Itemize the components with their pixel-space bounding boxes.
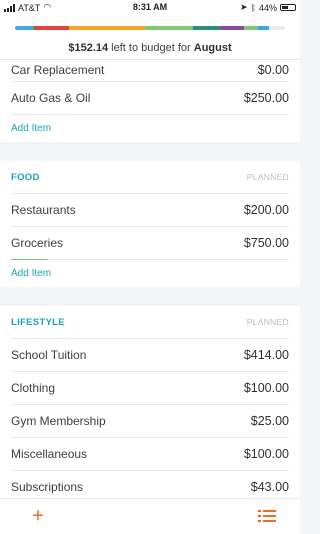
budget-list[interactable]: Car Replacement $0.00 Auto Gas & Oil $25… (0, 60, 300, 498)
budget-item-label: Auto Gas & Oil (11, 91, 91, 105)
section-gap (0, 142, 300, 161)
spent-progress-indicator (11, 259, 47, 260)
budget-item-label: Clothing (11, 381, 56, 395)
progress-segment (244, 26, 258, 30)
add-item-link[interactable]: Add Item (11, 260, 289, 287)
budget-item-row[interactable]: Subscriptions $43.00 (11, 471, 289, 498)
budget-item-amount[interactable]: $414.00 (244, 348, 289, 362)
progress-segment (15, 26, 34, 30)
budget-month: August (193, 42, 232, 54)
budget-item-row[interactable]: Clothing $100.00 (11, 372, 289, 405)
battery-percent: 44% (258, 2, 277, 13)
budget-item-label: Subscriptions (11, 480, 84, 494)
progress-segment (220, 26, 245, 30)
budget-item-row[interactable]: Car Replacement $0.00 (11, 60, 289, 82)
budget-item-amount[interactable]: $100.00 (244, 447, 289, 461)
budget-item-label: Groceries (11, 236, 64, 250)
left-to-budget-text: $152.14 left to budget for August (0, 42, 300, 54)
add-item-link[interactable]: Add Item (11, 115, 289, 142)
budget-item-label: School Tuition (11, 348, 87, 362)
list-icon[interactable] (258, 509, 276, 523)
location-icon: ➤ (240, 2, 248, 12)
progress-segment (144, 26, 194, 30)
section-header-lifestyle[interactable]: LIFESTYLE PLANNED (11, 306, 289, 339)
budget-item-row[interactable]: Gym Membership $25.00 (11, 405, 289, 438)
budget-item-label: Miscellaneous (11, 447, 88, 461)
transportation-card: Car Replacement $0.00 Auto Gas & Oil $25… (0, 60, 300, 142)
budget-item-amount[interactable]: $250.00 (244, 91, 289, 105)
progress-segment (193, 26, 221, 30)
budget-item-label: Gym Membership (11, 414, 106, 428)
planned-label: PLANNED (246, 317, 289, 327)
section-header-food[interactable]: FOOD PLANNED (11, 161, 289, 194)
budget-item-row[interactable]: Groceries $750.00 (11, 227, 289, 260)
budget-item-amount[interactable]: $25.00 (251, 414, 289, 428)
status-bar: AT&T ◠ 8:31 AM ➤ ᛒ 44% (0, 0, 300, 14)
budget-item-amount[interactable]: $0.00 (258, 63, 289, 77)
progress-segment (33, 26, 69, 30)
budget-item-row[interactable]: School Tuition $414.00 (11, 339, 289, 372)
budget-progress-bar (15, 26, 285, 30)
budget-item-label: Car Replacement (11, 63, 105, 77)
left-to-budget-label: left to budget for (108, 42, 194, 54)
lifestyle-card: LIFESTYLE PLANNED School Tuition $414.00… (0, 306, 300, 498)
left-to-budget-amount: $152.14 (68, 42, 109, 54)
progress-segment (268, 26, 285, 30)
budget-item-amount[interactable]: $43.00 (251, 480, 289, 494)
budget-item-row[interactable]: Restaurants $200.00 (11, 194, 289, 227)
budget-item-amount[interactable]: $100.00 (244, 381, 289, 395)
budget-item-row[interactable]: Auto Gas & Oil $250.00 (11, 82, 289, 115)
bluetooth-icon: ᛒ (250, 2, 256, 13)
plus-icon[interactable]: + (26, 505, 50, 529)
progress-segment (68, 26, 145, 30)
budget-header: $152.14 left to budget for August (0, 14, 300, 60)
budget-item-label: Restaurants (11, 203, 76, 217)
bottom-tab-bar: + (0, 498, 300, 534)
section-title: LIFESTYLE (11, 316, 65, 328)
section-gap (0, 287, 300, 306)
section-title: FOOD (11, 171, 40, 183)
status-right: ➤ ᛒ 44% (240, 2, 296, 13)
food-card: FOOD PLANNED Restaurants $200.00 Groceri… (0, 161, 300, 287)
budget-item-amount[interactable]: $750.00 (244, 236, 289, 250)
budget-item-amount[interactable]: $200.00 (244, 203, 289, 217)
battery-icon (280, 4, 296, 11)
progress-segment (257, 26, 269, 30)
planned-label: PLANNED (246, 172, 289, 182)
budget-item-row[interactable]: Miscellaneous $100.00 (11, 438, 289, 471)
